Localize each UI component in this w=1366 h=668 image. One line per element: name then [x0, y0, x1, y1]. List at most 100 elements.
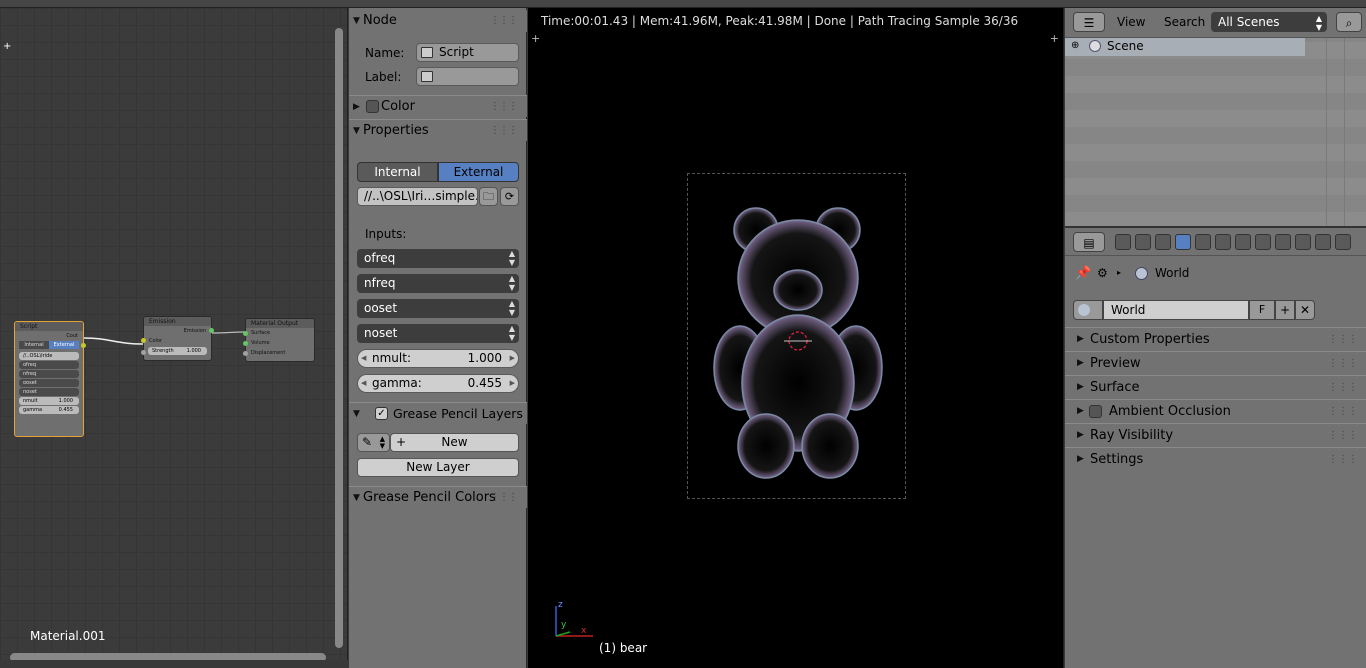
- ambient-occlusion-checkbox[interactable]: [1089, 405, 1102, 418]
- nmult-field[interactable]: ◀ nmult: 1.000 ▶: [357, 349, 519, 368]
- outliner[interactable]: ☰ View Search All Scenes ▲ ▼ ⌕ ⊕ Scene: [1065, 8, 1366, 226]
- new-layer-button[interactable]: New Layer: [357, 458, 519, 477]
- world-browse-button[interactable]: [1073, 300, 1103, 320]
- node-name-field[interactable]: Script: [416, 43, 519, 62]
- node-label-field[interactable]: [416, 67, 519, 86]
- constraints-tab-icon[interactable]: [1215, 234, 1231, 250]
- vertical-scrollbar[interactable]: [335, 28, 343, 648]
- properties-editor[interactable]: ▤ 📌 ⚙ ▸ World World F + ✕ ▶ Custom Proper…: [1065, 226, 1366, 668]
- grease-pencil-source-selector[interactable]: ✎ ▲ ▼: [357, 433, 390, 452]
- file-browse-button[interactable]: 🗀: [479, 187, 498, 206]
- script-node-tab-internal[interactable]: Internal: [19, 341, 49, 349]
- decrement-arrow-icon[interactable]: ◀: [361, 375, 366, 392]
- pin-icon[interactable]: 📌: [1075, 266, 1091, 281]
- input-dropdown-nfreq[interactable]: nfreq ▲ ▼: [357, 274, 519, 293]
- material-tab-icon[interactable]: [1275, 234, 1291, 250]
- drag-grip-icon[interactable]: ⋮⋮⋮: [490, 487, 518, 509]
- socket-surface-in[interactable]: [243, 331, 248, 336]
- scene-tab-icon[interactable]: [1155, 234, 1171, 250]
- section-custom-properties[interactable]: ▶ Custom Properties ⋮⋮⋮: [1065, 327, 1366, 351]
- drag-grip-icon[interactable]: ⋮⋮⋮: [490, 120, 518, 142]
- search-button[interactable]: ⌕: [1336, 12, 1362, 32]
- color-panel-header[interactable]: ▶ Color ⋮⋮⋮: [349, 95, 527, 117]
- node-panel-header[interactable]: ▼ Node ⋮⋮⋮: [349, 10, 527, 32]
- socket-strength-in[interactable]: [141, 350, 146, 355]
- world-tab-icon[interactable]: [1175, 234, 1191, 250]
- drag-grip-icon[interactable]: ⋮⋮⋮: [1328, 424, 1358, 447]
- view-menu[interactable]: View: [1117, 12, 1145, 32]
- grease-pencil-colors-header[interactable]: ▼ Grease Pencil Colors ⋮⋮⋮: [349, 486, 527, 508]
- outliner-item-scene[interactable]: ⊕ Scene: [1065, 38, 1305, 56]
- horizontal-scrollbar[interactable]: [10, 653, 326, 660]
- decrement-arrow-icon[interactable]: ◀: [361, 350, 366, 367]
- script-node-nmult[interactable]: nmult 1.000: [19, 397, 79, 405]
- input-dropdown-ofreq[interactable]: ofreq ▲ ▼: [357, 249, 519, 268]
- expand-plus-icon[interactable]: ⊕: [1071, 40, 1079, 51]
- increment-arrow-icon[interactable]: ▶: [510, 350, 515, 367]
- new-grease-data-button[interactable]: + New: [390, 433, 519, 452]
- data-tab-icon[interactable]: [1255, 234, 1271, 250]
- physics-tab-icon[interactable]: [1335, 234, 1351, 250]
- reload-script-button[interactable]: ⟳: [500, 187, 519, 206]
- grease-layers-checkbox[interactable]: ✓: [375, 407, 388, 420]
- script-node-tab-external[interactable]: External: [49, 341, 79, 349]
- properties-panel-header[interactable]: ▼ Properties ⋮⋮⋮: [349, 119, 527, 141]
- emission-node[interactable]: Emission Emission Color Strength 1.000: [141, 316, 214, 361]
- object-tab-icon[interactable]: [1195, 234, 1211, 250]
- drag-grip-icon[interactable]: ⋮⋮⋮: [1328, 376, 1358, 399]
- world-name-field[interactable]: World: [1103, 300, 1249, 320]
- editor-type-selector[interactable]: ▤: [1073, 232, 1105, 252]
- script-node-input-ooset[interactable]: ooset: [19, 379, 79, 387]
- script-node-input-nfreq[interactable]: nfreq: [19, 370, 79, 378]
- drag-grip-icon[interactable]: ⋮⋮⋮: [1328, 400, 1358, 423]
- socket-emission-out[interactable]: [209, 328, 214, 333]
- expand-region-icon[interactable]: +: [1050, 32, 1059, 45]
- section-surface[interactable]: ▶ Surface ⋮⋮⋮: [1065, 375, 1366, 399]
- emission-node-strength[interactable]: Strength 1.000: [148, 347, 207, 355]
- drag-grip-icon[interactable]: ⋮⋮⋮: [1328, 328, 1358, 351]
- unlink-world-button[interactable]: ✕: [1295, 300, 1315, 320]
- drag-grip-icon[interactable]: ⋮⋮⋮: [490, 96, 518, 118]
- section-ambient-occlusion[interactable]: ▶ Ambient Occlusion ⋮⋮⋮: [1065, 399, 1366, 423]
- socket-displacement-in[interactable]: [243, 351, 248, 356]
- script-node-input-ofreq[interactable]: ofreq: [19, 361, 79, 369]
- texture-tab-icon[interactable]: [1295, 234, 1311, 250]
- material-output-node[interactable]: Material Output Surface Volume Displacem…: [243, 318, 315, 362]
- socket-volume-in[interactable]: [243, 341, 248, 346]
- render-layers-tab-icon[interactable]: [1135, 234, 1151, 250]
- drag-grip-icon[interactable]: ⋮⋮⋮: [490, 10, 518, 32]
- gamma-field[interactable]: ◀ gamma: 0.455 ▶: [357, 374, 519, 393]
- editor-type-selector[interactable]: ☰: [1073, 12, 1105, 32]
- section-ray-visibility[interactable]: ▶ Ray Visibility ⋮⋮⋮: [1065, 423, 1366, 447]
- new-world-button[interactable]: +: [1275, 300, 1295, 320]
- drag-grip-icon[interactable]: ⋮⋮⋮: [1328, 352, 1358, 375]
- section-preview[interactable]: ▶ Preview ⋮⋮⋮: [1065, 351, 1366, 375]
- grease-pencil-layers-header[interactable]: ▼ ✓ Grease Pencil Layers: [349, 402, 527, 424]
- drag-grip-icon[interactable]: ⋮⋮⋮: [1328, 448, 1358, 471]
- socket-cout[interactable]: [81, 343, 86, 348]
- color-checkbox[interactable]: [366, 100, 379, 113]
- 3d-viewport[interactable]: Time:00:01.43 | Mem:41.96M, Peak:41.98M …: [528, 8, 1064, 668]
- script-node-input-noset[interactable]: noset: [19, 388, 79, 396]
- mode-tab-internal[interactable]: Internal: [357, 162, 438, 182]
- modifiers-tab-icon[interactable]: [1235, 234, 1251, 250]
- increment-arrow-icon[interactable]: ▶: [510, 375, 515, 392]
- script-node-gamma[interactable]: gamma 0.455: [19, 406, 79, 414]
- input-dropdown-ooset[interactable]: ooset ▲ ▼: [357, 299, 519, 318]
- render-tab-icon[interactable]: [1115, 234, 1131, 250]
- node-editor[interactable]: + Script Cout Internal External //..OSL\…: [0, 8, 348, 660]
- input-dropdown-noset[interactable]: noset ▲ ▼: [357, 324, 519, 343]
- script-node-file[interactable]: //..OSL\Iride: [19, 352, 79, 360]
- expand-region-icon[interactable]: +: [531, 32, 540, 45]
- search-menu[interactable]: Search: [1164, 12, 1205, 32]
- node-panel-title: Node: [363, 13, 397, 28]
- collapse-triangle-icon: ▼: [353, 126, 360, 136]
- script-file-path-field[interactable]: //..\OSL\Iri…simple.osl: [357, 187, 478, 206]
- mode-tab-external[interactable]: External: [438, 162, 519, 182]
- display-mode-dropdown[interactable]: All Scenes ▲ ▼: [1211, 12, 1327, 32]
- script-node[interactable]: Script Cout Internal External //..OSL\Ir…: [14, 321, 86, 437]
- particles-tab-icon[interactable]: [1315, 234, 1331, 250]
- socket-color-in[interactable]: [141, 338, 146, 343]
- fake-user-button[interactable]: F: [1249, 300, 1275, 320]
- section-settings[interactable]: ▶ Settings ⋮⋮⋮: [1065, 447, 1366, 471]
